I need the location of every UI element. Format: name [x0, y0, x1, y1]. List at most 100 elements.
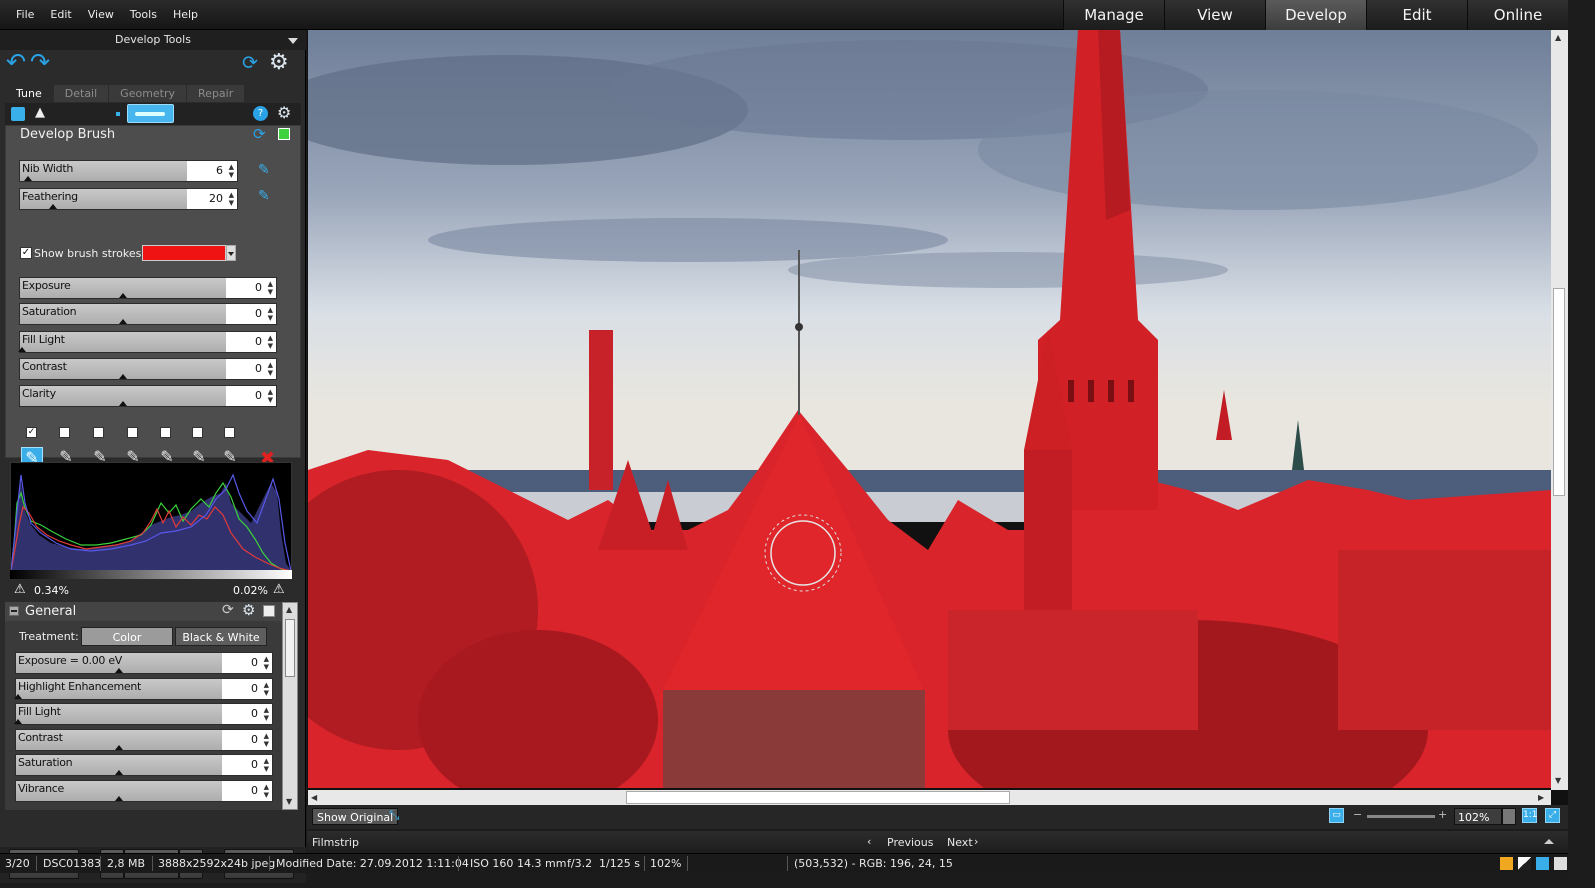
settings-gear-icon[interactable]: ⚙: [269, 50, 289, 75]
vertical-scrollbar[interactable]: ▲ ▼: [1551, 30, 1568, 790]
zoom-dropdown[interactable]: [1502, 808, 1516, 825]
menu-edit[interactable]: Edit: [42, 8, 79, 21]
mode-view[interactable]: View: [1164, 0, 1265, 30]
spinner-icon[interactable]: ▲ ▼: [264, 706, 269, 722]
feather-pen-icon[interactable]: ✎: [258, 188, 270, 204]
zoom-level[interactable]: 102%: [1454, 808, 1502, 825]
masked-photo[interactable]: [308, 30, 1551, 788]
brush-slot-6-checkbox[interactable]: [192, 427, 203, 438]
brush-slot-7-checkbox[interactable]: [224, 427, 235, 438]
brush-mode-toggle[interactable]: [127, 104, 174, 123]
feathering-slider[interactable]: Feathering 20 ▲ ▼: [19, 188, 238, 210]
menu-help[interactable]: Help: [165, 8, 206, 21]
brush-slot-3-checkbox[interactable]: [93, 427, 104, 438]
exposure-warning-icon[interactable]: [1518, 857, 1531, 870]
develop-tools-header[interactable]: Develop Tools: [0, 30, 306, 50]
panel-menu-caret-icon[interactable]: [288, 38, 298, 44]
vertical-scroll-thumb[interactable]: [1553, 288, 1565, 496]
nib-width-spinner-icon[interactable]: ▲ ▼: [229, 163, 234, 179]
fit-screen-icon[interactable]: ▭: [1329, 808, 1344, 823]
scroll-down-icon[interactable]: ▼: [286, 797, 292, 806]
mode-develop[interactable]: Develop: [1265, 0, 1366, 30]
menu-file[interactable]: File: [8, 8, 42, 21]
photo-canvas[interactable]: [308, 30, 1551, 788]
brush-slot-1-checkbox[interactable]: ✓: [26, 427, 37, 438]
mode-manage[interactable]: Manage: [1063, 0, 1164, 30]
treatment-bw-button[interactable]: Black & White: [175, 627, 267, 646]
spinner-icon[interactable]: ▲ ▼: [264, 655, 269, 671]
tab-detail[interactable]: Detail: [53, 85, 109, 102]
previous-chevron-icon[interactable]: ‹: [867, 835, 871, 848]
brush-enable-icon[interactable]: [278, 128, 290, 140]
general-saturation-slider[interactable]: Saturation 0 ▲ ▼: [15, 754, 273, 776]
spinner-icon[interactable]: ▲ ▼: [268, 388, 273, 404]
spinner-icon[interactable]: ▲ ▼: [268, 280, 273, 296]
menu-tools[interactable]: Tools: [122, 8, 165, 21]
brush-clarity-slider[interactable]: Clarity 0 ▲ ▼: [19, 385, 277, 407]
nib-width-slider[interactable]: Nib Width 6 ▲ ▼: [19, 160, 238, 182]
shadow-clip-warning-icon[interactable]: ⚠: [14, 582, 26, 597]
spinner-icon[interactable]: ▲ ▼: [268, 334, 273, 350]
mode-online[interactable]: Online: [1467, 0, 1568, 30]
stroke-color-swatch[interactable]: [142, 245, 226, 261]
general-enable-icon[interactable]: [263, 605, 275, 617]
undo-icon[interactable]: ↶: [6, 48, 26, 76]
picture-icon[interactable]: [11, 107, 25, 121]
brush-slot-2-checkbox[interactable]: [59, 427, 70, 438]
zoom-in-icon[interactable]: +: [1438, 808, 1447, 821]
feathering-spinner-icon[interactable]: ▲ ▼: [229, 191, 234, 207]
scroll-up-icon[interactable]: ▲: [1555, 33, 1561, 42]
full-screen-toggle-icon[interactable]: ⤢: [1545, 808, 1560, 823]
brush-pen-icon[interactable]: ✎: [258, 162, 270, 178]
warning-triangle-icon[interactable]: ▲: [35, 105, 45, 120]
stroke-color-dropdown[interactable]: [226, 245, 236, 261]
refresh-icon[interactable]: ⟳: [242, 52, 258, 74]
redo-icon[interactable]: ↷: [30, 48, 50, 76]
brush-reset-icon[interactable]: ⟳: [253, 125, 266, 143]
mode-edit[interactable]: Edit: [1366, 0, 1467, 30]
zoom-1-1-button[interactable]: 1:1: [1522, 808, 1537, 823]
filmstrip-label[interactable]: Filmstrip: [312, 836, 359, 849]
collapse-icon[interactable]: [9, 606, 19, 616]
color-label-icon[interactable]: [1500, 857, 1513, 870]
general-reset-icon[interactable]: ⟳: [222, 602, 234, 618]
general-scrollbar[interactable]: ▲ ▼: [282, 602, 298, 810]
horizontal-scrollbar[interactable]: ◀ ▶: [308, 790, 1551, 805]
general-settings-icon[interactable]: ⚙: [242, 601, 255, 619]
help-icon[interactable]: ?: [253, 106, 268, 121]
horizontal-scroll-thumb[interactable]: [626, 791, 1010, 804]
general-contrast-slider[interactable]: Contrast 0 ▲ ▼: [15, 729, 273, 751]
spinner-icon[interactable]: ▲ ▼: [268, 306, 273, 322]
scroll-up-icon[interactable]: ▲: [286, 605, 292, 614]
scrollbar-thumb[interactable]: [285, 619, 295, 677]
brush-slot-4-checkbox[interactable]: [127, 427, 138, 438]
tagged-checkmark-icon[interactable]: [1554, 857, 1567, 870]
filmstrip-expand-icon[interactable]: [1544, 839, 1554, 844]
scroll-right-icon[interactable]: ▶: [1538, 793, 1544, 802]
general-fill-light-slider[interactable]: Fill Light 0 ▲ ▼: [14, 703, 273, 725]
brush-fill-light-slider[interactable]: Fill Light 0 ▲ ▼: [18, 331, 277, 353]
scroll-left-icon[interactable]: ◀: [311, 793, 317, 802]
tune-settings-icon[interactable]: ⚙: [277, 103, 291, 122]
highlight-clip-warning-icon[interactable]: ⚠: [273, 582, 285, 597]
brush-saturation-slider[interactable]: Saturation 0 ▲ ▼: [19, 303, 277, 325]
spinner-icon[interactable]: ▲ ▼: [268, 361, 273, 377]
highlight-enhancement-slider[interactable]: Highlight Enhancement 0 ▲ ▼: [14, 678, 273, 700]
show-brush-strokes-checkbox[interactable]: ✓: [20, 247, 32, 259]
menu-view[interactable]: View: [80, 8, 122, 21]
brush-exposure-slider[interactable]: Exposure 0 ▲ ▼: [19, 277, 277, 299]
spinner-icon[interactable]: ▲ ▼: [264, 681, 269, 697]
tab-repair[interactable]: Repair: [187, 85, 245, 102]
fullscreen-icon[interactable]: ⤡: [389, 808, 399, 823]
tab-geometry[interactable]: Geometry: [109, 85, 187, 102]
spinner-icon[interactable]: ▲ ▼: [264, 783, 269, 799]
zoom-out-icon[interactable]: −: [1353, 808, 1362, 821]
general-vibrance-slider[interactable]: Vibrance 0 ▲ ▼: [15, 780, 273, 802]
scroll-down-icon[interactable]: ▼: [1555, 776, 1561, 785]
brush-contrast-slider[interactable]: Contrast 0 ▲ ▼: [19, 358, 277, 380]
show-original-button[interactable]: Show Original: [312, 808, 399, 825]
filmstrip-next[interactable]: Next: [947, 836, 973, 849]
spinner-icon[interactable]: ▲ ▼: [264, 732, 269, 748]
brush-slot-5-checkbox[interactable]: [160, 427, 171, 438]
filmstrip-previous[interactable]: Previous: [887, 836, 934, 849]
